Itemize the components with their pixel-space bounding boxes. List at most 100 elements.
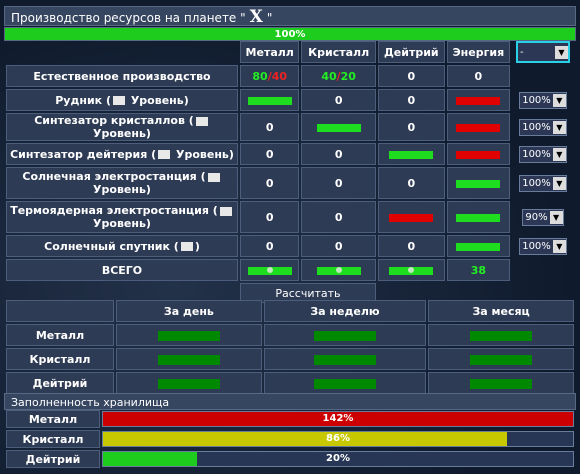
col-week: За неделю — [263, 300, 427, 322]
storage-bar-deut: 20% — [102, 451, 574, 467]
level-box — [180, 242, 193, 251]
row-label-a: Синтезатор дейтерия ( — [10, 147, 157, 161]
select-value: 100% — [522, 177, 551, 189]
cell-crystal: 0 — [301, 89, 376, 111]
bar-green — [316, 123, 361, 132]
percent-select[interactable]: 100% ▼ — [519, 118, 567, 136]
row-label-a: Солнечный спутник ( — [44, 239, 179, 253]
col-metal: Металл — [240, 41, 300, 63]
global-select-value: - — [520, 46, 524, 58]
storage-bar-metal: 142% — [102, 411, 574, 427]
cell-week — [263, 372, 427, 394]
cell-energy — [446, 167, 510, 199]
level-box — [113, 96, 125, 105]
bar-red — [389, 213, 434, 222]
storage-percent: 20% — [326, 453, 350, 464]
select-value: 100% — [522, 94, 551, 106]
chevron-down-icon: ▼ — [552, 120, 566, 134]
cell-deut — [377, 143, 445, 165]
col-energy: Энергия — [446, 41, 510, 63]
cell-metal: 0 — [240, 143, 300, 165]
cell-day — [116, 348, 262, 370]
dot-icon — [266, 266, 273, 273]
row-label-deut-synth: Синтезатор дейтерия ( Уровень) — [6, 143, 238, 165]
row-label-fusion-plant: Термоядерная электростанция (Уровень) — [6, 201, 238, 233]
chevron-down-icon: ▼ — [552, 176, 566, 190]
cell-energy — [446, 201, 510, 233]
total-crystal — [301, 259, 376, 281]
bar-green — [456, 242, 501, 251]
row-label-b: ) — [194, 239, 200, 253]
row-label-metal-mine: Рудник ( Уровень) — [6, 89, 238, 111]
select-value: 100% — [522, 121, 551, 133]
bar-red — [456, 123, 501, 132]
storage-cell: 86% — [102, 430, 574, 448]
level-box — [195, 116, 208, 126]
row-label-b: Уровень) — [127, 93, 189, 107]
global-percent-select[interactable]: - ▼ — [516, 41, 570, 63]
cell-metal: 0 — [240, 201, 300, 233]
storage-percent: 86% — [326, 433, 350, 444]
chevron-down-icon: ▼ — [552, 147, 566, 161]
percent-select[interactable]: 100% ▼ — [519, 174, 567, 192]
chevron-down-icon: ▼ — [552, 93, 566, 107]
dot-icon — [408, 266, 415, 273]
cell-week — [263, 348, 427, 370]
header-empty — [6, 41, 238, 63]
select-value: 100% — [522, 148, 551, 160]
cell-energy — [446, 89, 510, 111]
level-box — [207, 172, 220, 182]
production-table: Металл Кристалл Дейтрий Энергия - ▼ Естес… — [4, 39, 576, 305]
natural-energy: 0 — [446, 65, 510, 87]
chevron-down-icon: ▼ — [552, 239, 566, 253]
natural-metal-a: 80 — [252, 69, 268, 83]
cell-energy — [446, 113, 510, 141]
cell-crystal: 0 — [301, 167, 376, 199]
bar-darkgreen — [157, 354, 220, 365]
bar-darkgreen — [470, 330, 533, 341]
bar-green — [456, 179, 501, 188]
period-table: За день За неделю За месяц Металл Криста… — [4, 298, 576, 396]
cell-month — [428, 348, 574, 370]
percent-select[interactable]: 90% ▼ — [522, 208, 564, 226]
total-energy: 38 — [446, 259, 510, 281]
row-label-crystal-synth: Синтезатор кристаллов ( Уровень) — [6, 113, 238, 141]
level-box — [219, 206, 232, 216]
total-deut — [377, 259, 445, 281]
bar-green — [247, 266, 292, 275]
natural-crystal: 40/20 — [301, 65, 376, 87]
bar-red — [456, 96, 501, 105]
total-label: ВСЕГО — [6, 259, 238, 281]
bar-darkgreen — [313, 378, 376, 389]
storage-cell: 142% — [102, 410, 574, 428]
period-row-deut: Дейтрий — [6, 372, 114, 394]
percent-select[interactable]: 100% ▼ — [519, 145, 567, 163]
row-label-b: Уровень) — [93, 127, 151, 140]
cell-day — [116, 372, 262, 394]
select-value: 90% — [525, 211, 548, 223]
storage-label-deut: Дейтрий — [6, 450, 100, 468]
planet-name: X — [249, 7, 263, 27]
cell-deut — [377, 201, 445, 233]
bar-darkgreen — [470, 378, 533, 389]
bar-green — [389, 266, 434, 275]
row-label-b: Уровень) — [93, 183, 151, 196]
cell-crystal — [301, 113, 376, 141]
title-text: Производство ресурсов на планете " — [11, 11, 246, 25]
cell-energy — [446, 235, 510, 257]
storage-label-crystal: Кристалл — [6, 430, 100, 448]
storage-cell: 20% — [102, 450, 574, 468]
select-value: 100% — [522, 240, 551, 252]
percent-select[interactable]: 100% ▼ — [519, 237, 567, 255]
cell-month — [428, 324, 574, 346]
cell-metal — [240, 89, 300, 111]
row-label-a: Солнечная электростанция ( — [22, 170, 206, 183]
row-label-a: Синтезатор кристаллов ( — [34, 114, 194, 127]
row-label-a: Термоядерная электростанция ( — [10, 204, 218, 217]
row-label-b: Уровень) — [93, 217, 151, 230]
percent-select[interactable]: 100% ▼ — [519, 91, 567, 109]
storage-bar-crystal: 86% — [102, 431, 574, 447]
natural-metal-b: 40 — [271, 69, 288, 83]
cell-deut: 0 — [377, 235, 445, 257]
cell-energy — [446, 143, 510, 165]
